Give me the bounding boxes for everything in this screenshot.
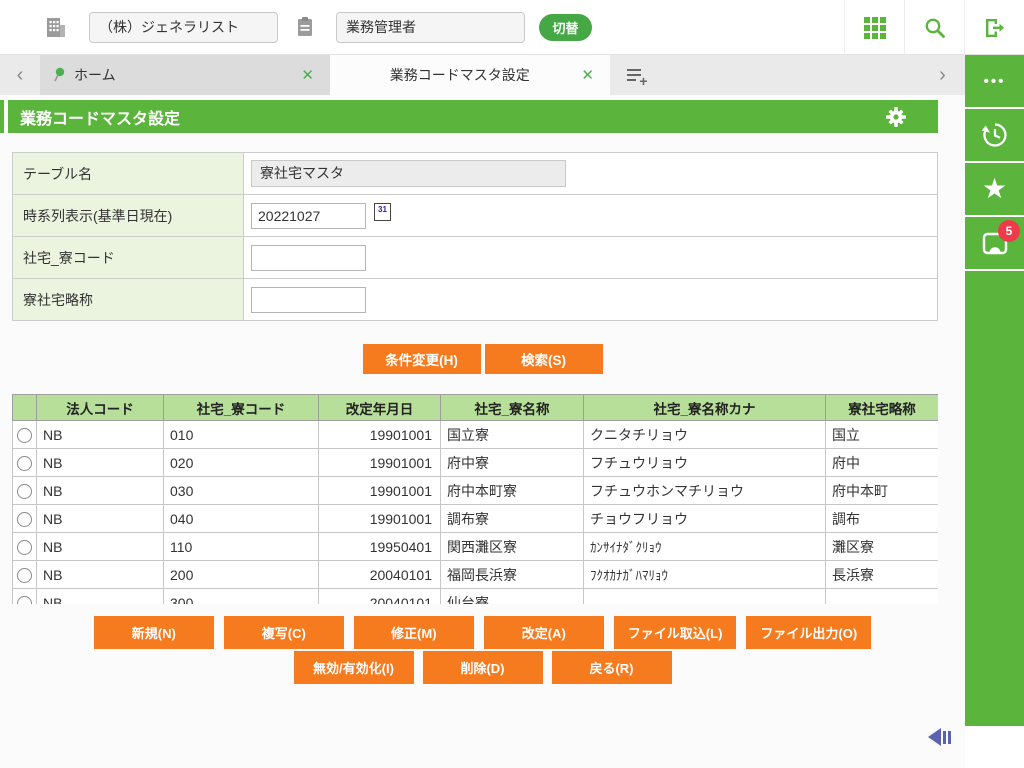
tabbar: ‹ ホーム ✕ 業務コードマスタ設定 ✕ + › [0,55,965,95]
tabs-scroll-left-icon[interactable]: ‹ [0,55,40,95]
new-tab-icon[interactable]: + [610,55,660,95]
form-row-table-name: テーブル名 寮社宅マスタ [12,153,938,195]
history-icon[interactable] [965,109,1024,161]
new-button[interactable]: 新規(N) [93,616,214,649]
tab-active-label: 業務コードマスタ設定 [389,67,530,83]
row-radio-button[interactable] [17,427,32,443]
switch-button[interactable]: 切替 [539,13,592,41]
row-radio-button[interactable] [17,595,32,604]
table-header-row: 法人コード 社宅_寮コード 改定年月日 社宅_寮名称 社宅_寮名称カナ 寮社宅略… [12,394,938,421]
column-header: 社宅_寮名称 [440,394,584,421]
table-row[interactable]: NB 300 20040101 仙台寮 [12,588,938,604]
column-header: 社宅_寮コード [163,394,319,421]
radio-column-header [12,394,37,421]
settings-gear-icon[interactable] [884,105,908,129]
table-row[interactable]: NB 040 19901001 調布寮 チョウフリョウ 調布 [12,504,938,533]
copy-button[interactable]: 複写(C) [223,616,344,649]
calendar-icon[interactable]: 31 [374,202,391,221]
back-button[interactable]: 戻る(R) [551,651,672,684]
notifications-icon[interactable]: 5 [965,217,1024,269]
company-input[interactable] [89,11,278,43]
delete-button[interactable]: 削除(D) [422,651,543,684]
form-label: テーブル名 [13,153,244,194]
results-table-wrap: 法人コード 社宅_寮コード 改定年月日 社宅_寮名称 社宅_寮名称カナ 寮社宅略… [12,394,938,604]
column-header: 社宅_寮名称カナ [583,394,826,421]
pin-icon [52,67,66,83]
logout-icon[interactable] [964,0,1024,55]
search-buttons-row: 条件変更(H) 検索(S) [0,344,965,374]
file-export-button[interactable]: ファイル出力(O) [746,616,872,649]
row-radio-button[interactable] [17,455,32,471]
main-content: 業務コードマスタ設定 テーブル名 寮社宅マスタ 時系列表示(基準日現在) 31 [0,95,965,768]
notification-badge: 5 [998,220,1020,242]
row-radio-button[interactable] [17,483,32,499]
table-row[interactable]: NB 010 19901001 国立寮 クニタチリョウ 国立 [12,420,938,449]
topbar-right-icons [844,0,1024,55]
row-radio-button[interactable] [17,567,32,583]
form-label: 時系列表示(基準日現在) [13,195,244,236]
change-condition-button[interactable]: 条件変更(H) [362,344,481,374]
search-form: テーブル名 寮社宅マスタ 時系列表示(基準日現在) 31 社宅_寮コード 寮 [12,152,938,321]
results-table: 法人コード 社宅_寮コード 改定年月日 社宅_寮名称 社宅_寮名称カナ 寮社宅略… [12,394,938,604]
apps-grid-icon[interactable] [844,0,904,55]
enable-disable-button[interactable]: 無効/有効化(I) [293,651,414,684]
page-titlebar: 業務コードマスタ設定 [8,100,938,133]
more-menu-icon[interactable]: ••• [965,55,1024,107]
tab-home-label: ホーム [74,67,116,83]
role-clipboard-icon [296,16,314,38]
table-row[interactable]: NB 030 19901001 府中本町寮 フチュウホンマチリョウ 府中本町 [12,476,938,505]
company-building-icon [45,16,67,39]
file-import-button[interactable]: ファイル取込(L) [613,616,737,649]
revise-button[interactable]: 改定(A) [483,616,604,649]
page-title: 業務コードマスタ設定 [20,110,181,128]
right-sidebar: ••• ★ 5 [965,55,1024,768]
column-header: 改定年月日 [318,394,441,421]
tab-active-close-icon[interactable]: ✕ [577,66,598,84]
form-row-base-date: 時系列表示(基準日現在) 31 [12,195,938,237]
column-header: 寮社宅略称 [825,394,938,421]
role-input[interactable] [336,11,525,43]
dorm-code-input[interactable] [251,244,366,271]
tab-active[interactable]: 業務コードマスタ設定 ✕ [330,55,610,95]
titlebar-edge-sliver [0,100,4,133]
table-name-readonly-field: 寮社宅マスタ [251,160,566,187]
table-row[interactable]: NB 110 19950401 関西灘区寮 ｶﾝｻｲﾅﾀﾞｸﾘｮｳ 灘区寮 [12,532,938,561]
row-radio-button[interactable] [17,511,32,527]
base-date-input[interactable] [251,202,366,229]
favorites-star-icon[interactable]: ★ [965,163,1024,215]
form-label: 寮社宅略称 [13,279,244,320]
action-buttons-row1: 新規(N) 複写(C) 修正(M) 改定(A) ファイル取込(L) ファイル出力… [0,616,965,649]
sidebar-filler [965,271,1024,726]
column-header: 法人コード [36,394,164,421]
dorm-abbr-input[interactable] [251,286,366,313]
modify-button[interactable]: 修正(M) [353,616,474,649]
form-row-dorm-code: 社宅_寮コード [12,237,938,279]
form-label: 社宅_寮コード [13,237,244,278]
form-row-dorm-abbr: 寮社宅略称 [12,279,938,321]
tab-home[interactable]: ホーム ✕ [40,55,330,95]
topbar: 切替 [0,0,1024,55]
search-icon[interactable] [904,0,964,55]
search-button[interactable]: 検索(S) [484,344,603,374]
row-radio-button[interactable] [17,539,32,555]
tab-home-close-icon[interactable]: ✕ [297,66,318,84]
table-row[interactable]: NB 200 20040101 福岡長浜寮 ﾌｸｵｶﾅｶﾞﾊﾏﾘｮｳ 長浜寮 [12,560,938,589]
app-window: 切替 ‹ ホーム ✕ 業務コードマスタ設定 ✕ + [0,0,1024,768]
action-buttons-row2: 無効/有効化(I) 削除(D) 戻る(R) [0,651,965,684]
table-row[interactable]: NB 020 19901001 府中寮 フチュウリョウ 府中 [12,448,938,477]
tabs-scroll-right-icon[interactable]: › [920,55,965,95]
collapse-panel-arrow-icon[interactable] [928,728,951,746]
